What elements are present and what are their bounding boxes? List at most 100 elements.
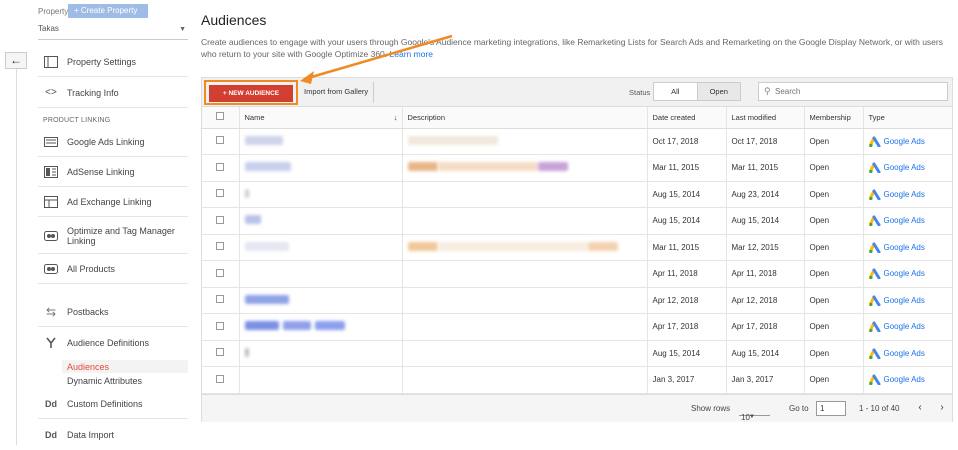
sidebar-subitem-dynamic-attributes[interactable]: Dynamic Attributes xyxy=(67,376,142,386)
name-cell[interactable] xyxy=(239,313,403,341)
property-select-value: Takas xyxy=(38,24,59,33)
column-name[interactable]: Name ↓ xyxy=(239,107,403,129)
type-cell[interactable]: Google Ads xyxy=(863,366,952,394)
name-cell[interactable] xyxy=(239,207,403,235)
table-footer: Show rows 10 ▼ Go to 1 1 - 10 of 40 ‹ › xyxy=(202,394,952,422)
name-cell[interactable] xyxy=(239,260,403,288)
sidebar-item-label: Audience Definitions xyxy=(67,338,150,348)
next-page-icon[interactable]: › xyxy=(935,401,949,416)
column-type[interactable]: Type xyxy=(863,107,952,129)
type-label: Google Ads xyxy=(883,322,925,332)
name-cell[interactable] xyxy=(239,287,403,314)
type-cell[interactable]: Google Ads xyxy=(863,181,952,208)
name-cell[interactable] xyxy=(239,154,403,182)
sidebar-item-label: Google Ads Linking xyxy=(67,136,145,147)
sidebar: ← Property + Create Property Takas ▼ Pro… xyxy=(0,0,195,445)
row-checkbox[interactable] xyxy=(216,321,224,330)
sidebar-item-audience-definitions[interactable]: Audience Definitions xyxy=(38,328,188,358)
redacted-text xyxy=(314,321,345,331)
prev-page-icon[interactable]: ‹ xyxy=(913,401,927,416)
status-all-button[interactable]: All xyxy=(654,83,697,100)
sidebar-item-google-ads-linking[interactable]: Google Ads Linking xyxy=(38,127,188,157)
sidebar-item-optimize-tag-manager-linking[interactable]: Optimize and Tag Manager Linking xyxy=(38,218,188,254)
row-checkbox[interactable] xyxy=(216,348,224,357)
back-arrow-icon[interactable]: ← xyxy=(5,52,27,69)
column-last-modified[interactable]: Last modified xyxy=(726,107,805,129)
column-description[interactable]: Description xyxy=(402,107,648,129)
row-checkbox[interactable] xyxy=(216,136,224,145)
table-row[interactable]: Jan 3, 2017 Jan 3, 2017 Open Google Ads xyxy=(202,366,952,394)
table-row[interactable]: Apr 17, 2018 Apr 17, 2018 Open Google Ads xyxy=(202,313,952,341)
name-cell[interactable] xyxy=(239,366,403,394)
learn-more-link[interactable]: Learn more xyxy=(390,49,433,59)
redacted-text xyxy=(407,241,438,251)
column-date-created[interactable]: Date created xyxy=(647,107,727,129)
sidebar-item-all-products[interactable]: All Products xyxy=(38,254,188,284)
type-cell[interactable]: Google Ads xyxy=(863,340,952,367)
sidebar-item-ad-exchange-linking[interactable]: Ad Exchange Linking xyxy=(38,187,188,217)
table-row[interactable]: Mar 11, 2015 Mar 12, 2015 Open Google Ads xyxy=(202,234,952,261)
sidebar-item-data-import[interactable]: Dd Data Import xyxy=(38,420,188,450)
sidebar-item-postbacks[interactable]: ⇆ Postbacks xyxy=(38,297,188,327)
description-cell xyxy=(402,313,648,341)
go-to-page-input[interactable]: 1 xyxy=(816,401,846,416)
column-membership[interactable]: Membership xyxy=(804,107,864,129)
type-cell[interactable]: Google Ads xyxy=(863,260,952,288)
description-cell xyxy=(402,340,648,367)
row-checkbox[interactable] xyxy=(216,189,224,198)
table-row[interactable]: Aug 15, 2014 Aug 15, 2014 Open Google Ads xyxy=(202,207,952,235)
property-select[interactable]: Takas ▼ xyxy=(38,24,188,40)
checkbox-cell xyxy=(202,181,240,208)
sidebar-item-adsense-linking[interactable]: AdSense Linking xyxy=(38,157,188,187)
new-audience-button[interactable]: + NEW AUDIENCE xyxy=(209,85,293,102)
table-row[interactable]: Apr 12, 2018 Apr 12, 2018 Open Google Ads xyxy=(202,287,952,314)
search-box: ⚲ xyxy=(758,82,948,101)
type-label: Google Ads xyxy=(883,216,925,226)
type-cell[interactable]: Google Ads xyxy=(863,313,952,341)
type-label: Google Ads xyxy=(883,269,925,279)
name-cell[interactable] xyxy=(239,234,403,261)
import-from-gallery-button[interactable]: Import from Gallery xyxy=(304,87,368,96)
chevron-down-icon: ▼ xyxy=(749,414,755,420)
page-title: Audiences xyxy=(201,12,267,28)
type-cell[interactable]: Google Ads xyxy=(863,128,952,155)
table-body: Oct 17, 2018 Oct 17, 2018 Open Google Ads Ma… xyxy=(202,128,952,394)
sidebar-item-custom-definitions[interactable]: Dd Custom Definitions xyxy=(38,389,188,419)
page-description: Create audiences to engage with your use… xyxy=(201,36,953,60)
row-checkbox[interactable] xyxy=(216,242,224,251)
table-row[interactable]: Apr 11, 2018 Apr 11, 2018 Open Google Ads xyxy=(202,260,952,288)
row-checkbox[interactable] xyxy=(216,374,224,383)
adsense-icon xyxy=(43,165,59,179)
row-checkbox[interactable] xyxy=(216,268,224,277)
table-row[interactable]: Oct 17, 2018 Oct 17, 2018 Open Google Ads xyxy=(202,128,952,155)
table-row[interactable]: Mar 11, 2015 Mar 11, 2015 Open Google Ads xyxy=(202,154,952,182)
membership-cell: Open xyxy=(804,340,864,367)
status-open-button[interactable]: Open xyxy=(696,83,740,100)
google-ads-logo-icon xyxy=(868,295,881,307)
type-cell[interactable]: Google Ads xyxy=(863,207,952,235)
type-cell[interactable]: Google Ads xyxy=(863,234,952,261)
sidebar-item-label: Ad Exchange Linking xyxy=(67,196,152,207)
name-cell[interactable] xyxy=(239,128,403,155)
name-cell[interactable] xyxy=(239,181,403,208)
sidebar-item-property-settings[interactable]: Property Settings xyxy=(38,47,188,77)
date-created-cell: Mar 11, 2015 xyxy=(647,154,727,182)
type-cell[interactable]: Google Ads xyxy=(863,154,952,182)
rows-per-page-select[interactable]: 10 ▼ xyxy=(739,401,770,422)
sidebar-item-tracking-info[interactable]: <> Tracking Info xyxy=(38,78,188,108)
search-input[interactable] xyxy=(775,85,943,98)
sidebar-item-label: Custom Definitions xyxy=(67,398,143,409)
row-checkbox[interactable] xyxy=(216,295,224,304)
table-row[interactable]: Aug 15, 2014 Aug 15, 2014 Open Google Ads xyxy=(202,340,952,367)
type-cell[interactable]: Google Ads xyxy=(863,287,952,314)
last-modified-cell: Aug 23, 2014 xyxy=(726,181,805,208)
create-property-button[interactable]: + Create Property xyxy=(68,4,148,18)
name-cell[interactable] xyxy=(239,340,403,367)
row-checkbox[interactable] xyxy=(216,215,224,224)
redacted-text xyxy=(407,162,438,172)
table-row[interactable]: Aug 15, 2014 Aug 23, 2014 Open Google Ads xyxy=(202,181,952,208)
sidebar-subitem-audiences[interactable]: Audiences xyxy=(67,362,109,372)
sidebar-item-label: Data Import xyxy=(67,430,115,440)
select-all-checkbox[interactable] xyxy=(216,112,224,121)
row-checkbox[interactable] xyxy=(216,162,224,171)
